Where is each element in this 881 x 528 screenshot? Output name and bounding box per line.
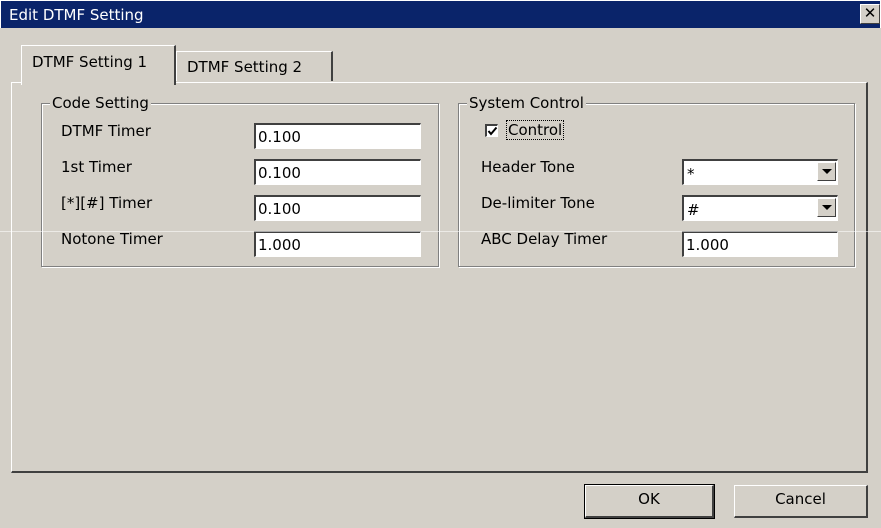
tab-dtmf-setting-2[interactable]: DTMF Setting 2 [176, 51, 333, 81]
header-tone-value: * [687, 165, 695, 183]
first-timer-label: 1st Timer [61, 158, 132, 176]
dtmf-timer-input[interactable]: 0.100 [254, 123, 421, 149]
code-setting-title: Code Setting [50, 93, 151, 113]
star-hash-timer-label: [*][#] Timer [61, 194, 153, 212]
close-icon: ✕ [863, 4, 877, 22]
overlay-line [0, 231, 881, 232]
chevron-down-icon [822, 205, 832, 210]
notone-timer-input[interactable]: 1.000 [254, 231, 421, 257]
control-label[interactable]: Control [506, 120, 565, 140]
tab-label: DTMF Setting 1 [32, 53, 148, 71]
header-tone-label: Header Tone [481, 158, 575, 176]
dtmf-timer-label: DTMF Timer [61, 122, 151, 140]
header-tone-dropdown-button[interactable] [817, 162, 836, 181]
tab-label: DTMF Setting 2 [187, 58, 303, 76]
system-control-title: System Control [467, 93, 586, 113]
delimiter-tone-dropdown-button[interactable] [817, 198, 836, 217]
tab-dtmf-setting-1[interactable]: DTMF Setting 1 [21, 45, 176, 85]
abc-delay-timer-label: ABC Delay Timer [481, 230, 608, 248]
first-timer-input[interactable]: 0.100 [254, 159, 421, 185]
abc-delay-timer-input[interactable]: 1.000 [682, 231, 838, 257]
notone-timer-label: Notone Timer [61, 230, 163, 248]
window-title: Edit DTMF Setting [9, 6, 144, 24]
ok-button[interactable]: OK [584, 484, 715, 519]
checkmark-icon [487, 126, 498, 136]
cancel-button[interactable]: Cancel [734, 485, 868, 518]
control-checkbox[interactable] [485, 124, 498, 137]
dialog-window: Edit DTMF Setting ✕ DTMF Setting 1 DTMF … [0, 0, 881, 528]
close-button[interactable]: ✕ [860, 4, 880, 24]
delimiter-tone-label: De-limiter Tone [481, 194, 595, 212]
star-hash-timer-input[interactable]: 0.100 [254, 195, 421, 221]
chevron-down-icon [822, 169, 832, 174]
delimiter-tone-value: # [687, 201, 700, 219]
delimiter-tone-select[interactable]: # [682, 195, 838, 221]
title-bar: Edit DTMF Setting ✕ [0, 0, 881, 28]
header-tone-select[interactable]: * [682, 159, 838, 185]
